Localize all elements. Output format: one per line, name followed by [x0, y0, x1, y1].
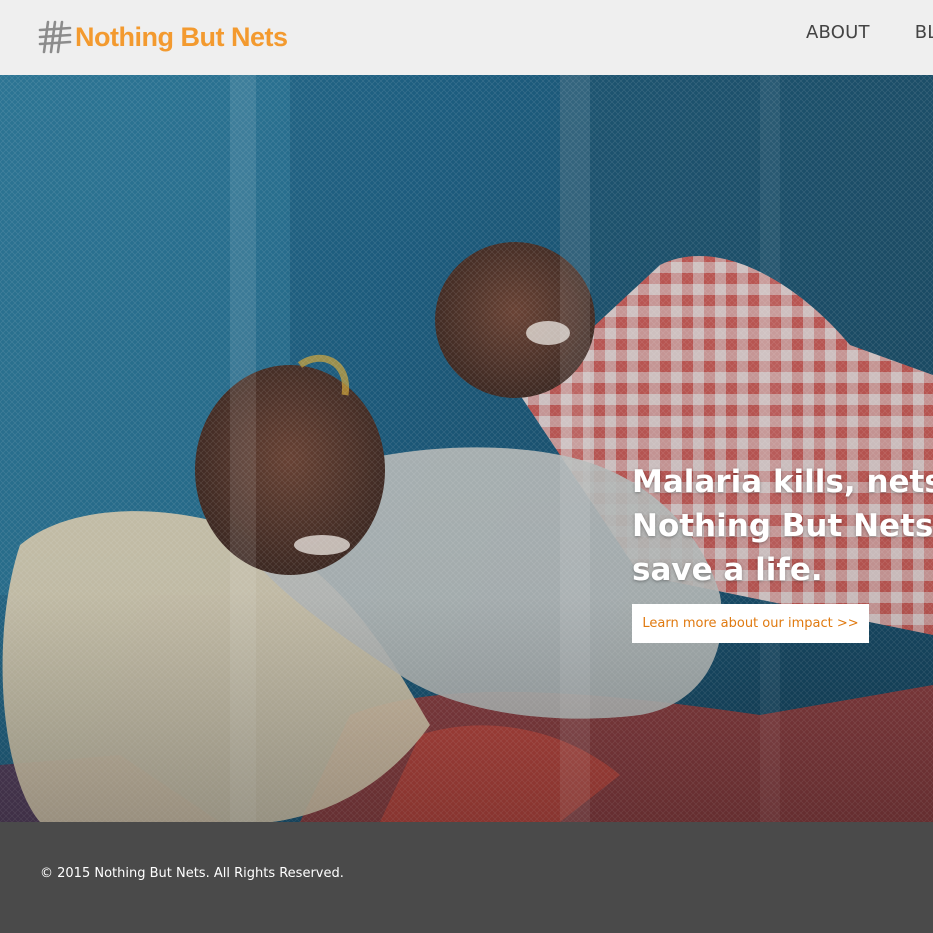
logo-text: Nothing But Nets — [75, 21, 288, 52]
main-nav: ABOUT BL — [806, 22, 933, 43]
hero-headline-line: Malaria kills, nets sa — [632, 464, 933, 500]
hero-headline-line: save a life. — [632, 552, 823, 588]
copyright-text: © 2015 Nothing But Nets. All Rights Rese… — [40, 866, 344, 881]
hero-photo — [0, 75, 933, 822]
net-grid-icon — [38, 20, 72, 54]
learn-more-impact-button[interactable]: Learn more about our impact >> — [632, 604, 869, 643]
hero-headline-line: Nothing But Nets to — [632, 508, 933, 544]
nav-item-about[interactable]: ABOUT — [806, 22, 870, 43]
hero-headline: Malaria kills, nets sa Nothing But Nets … — [632, 460, 933, 592]
site-header: Nothing But Nets ABOUT BL — [0, 0, 933, 75]
site-logo[interactable]: Nothing But Nets — [38, 18, 288, 56]
hero-banner: Malaria kills, nets sa Nothing But Nets … — [0, 75, 933, 822]
site-footer: © 2015 Nothing But Nets. All Rights Rese… — [0, 822, 933, 933]
nav-item-blog[interactable]: BL — [915, 22, 933, 43]
